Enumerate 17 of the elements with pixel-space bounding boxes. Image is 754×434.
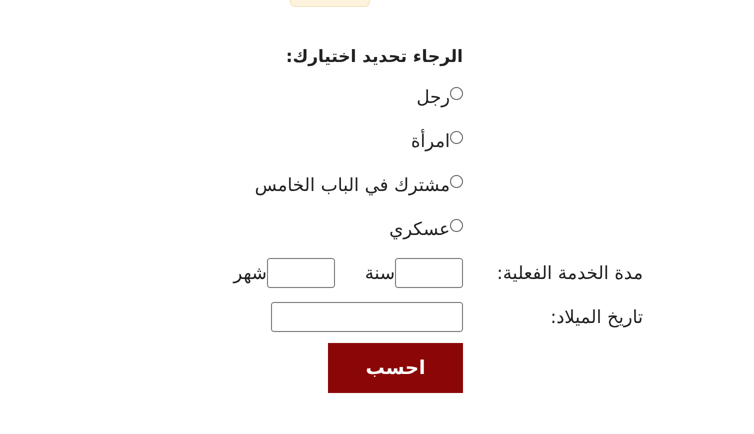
radio-button[interactable]: [450, 86, 463, 100]
field-label: تاريخ الميلاد:: [550, 306, 643, 328]
radio-button[interactable]: [450, 174, 463, 188]
prompt-text: الرجاء تحديد اختيارك:: [286, 46, 463, 69]
option-label[interactable]: رجل: [416, 75, 463, 119]
option-label[interactable]: مشترك في الباب الخامس: [254, 163, 463, 207]
radio-button[interactable]: [450, 218, 463, 232]
option-label[interactable]: عسكري: [389, 207, 463, 251]
unit-label: سنة: [364, 262, 395, 284]
unit-label: شهر: [234, 262, 267, 284]
input-field[interactable]: [266, 258, 335, 288]
radio-button[interactable]: [450, 130, 463, 144]
field-label: مدة الخدمة الفعلية:: [496, 262, 643, 284]
input-field[interactable]: [271, 302, 463, 332]
input-field[interactable]: [395, 258, 463, 288]
calculate-button[interactable]: احسب: [328, 343, 463, 393]
option-label[interactable]: امرأة: [410, 119, 463, 163]
